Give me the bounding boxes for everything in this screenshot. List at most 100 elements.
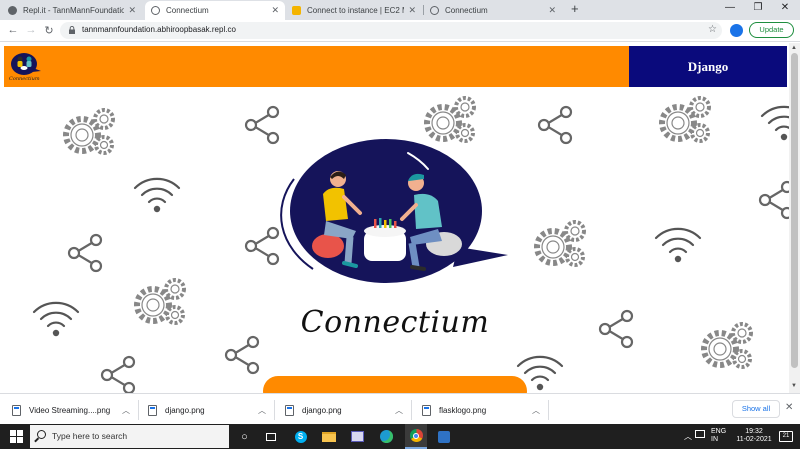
clock[interactable]: 19:32 11-02-2021 <box>736 428 772 443</box>
download-item[interactable]: Video Streaming....png ︿ <box>12 400 136 420</box>
page-viewport: Connectium Django Connectium <box>0 43 789 393</box>
search-icon <box>37 430 46 439</box>
repl-icon <box>8 6 17 15</box>
url-text: tannmannfoundation.abhiroopbasak.repl.co <box>82 25 236 34</box>
share-icon <box>537 105 573 145</box>
close-icon[interactable]: ✕ <box>785 402 793 413</box>
taskbar-search-box[interactable]: Type here to search <box>30 425 229 448</box>
chevron-up-icon[interactable]: ︿ <box>395 405 403 416</box>
tab-ec2[interactable]: Connect to instance | EC2 Manag ✕ <box>286 1 422 20</box>
scroll-up-icon[interactable]: ▲ <box>791 45 797 51</box>
profile-avatar-icon[interactable] <box>730 24 743 37</box>
tab-title: Connectium <box>445 6 488 15</box>
tray-chevron-up-icon[interactable]: ︿ <box>684 431 692 442</box>
download-item[interactable]: flasklogo.png ︿ <box>422 400 546 420</box>
notification-icon[interactable]: 21 <box>779 431 793 442</box>
clock-time: 19:32 <box>745 428 763 435</box>
download-filename: django.png <box>302 405 342 415</box>
scroll-down-icon[interactable]: ▼ <box>791 383 797 389</box>
share-icon <box>758 180 789 220</box>
forward-icon[interactable]: → <box>24 24 38 36</box>
download-shelf: Video Streaming....png ︿ django.png ︿ dj… <box>0 393 800 424</box>
share-icon <box>244 226 280 266</box>
language-indicator[interactable]: ENG IN <box>711 428 726 443</box>
browser-toolbar: ← → ↻ tannmannfoundation.abhiroopbasak.r… <box>0 20 800 42</box>
brand-title: Connectium <box>300 305 490 340</box>
edge-icon[interactable] <box>378 428 395 445</box>
tab-connectium[interactable]: Connectium ✕ <box>424 1 562 20</box>
image-file-icon <box>148 404 157 416</box>
scroll-thumb[interactable] <box>791 53 798 368</box>
close-icon[interactable]: ✕ <box>128 5 136 16</box>
window-close-icon[interactable]: ✕ <box>773 2 797 13</box>
windows-taskbar: Type here to search ○ S ︿ ENG IN 19:32 1… <box>0 424 800 449</box>
windows-start-icon[interactable] <box>10 430 23 443</box>
cta-button[interactable] <box>263 376 527 393</box>
chrome-icon[interactable] <box>405 424 427 449</box>
network-tray-icon[interactable] <box>695 430 705 438</box>
chevron-up-icon[interactable]: ︿ <box>122 405 130 416</box>
cortana-icon[interactable]: ○ <box>236 428 253 445</box>
download-divider <box>411 400 412 420</box>
share-icon <box>100 355 136 393</box>
close-icon[interactable]: ✕ <box>408 5 416 16</box>
lang-region: IN <box>711 436 718 443</box>
gear-icon <box>66 110 113 153</box>
aws-icon <box>292 6 301 15</box>
download-item[interactable]: django.png ︿ <box>148 400 272 420</box>
close-icon[interactable]: ✕ <box>271 5 279 16</box>
speech-bubble <box>290 139 482 283</box>
wifi-icon <box>654 227 702 264</box>
download-item[interactable]: django.png ︿ <box>285 400 409 420</box>
lang-code: ENG <box>711 428 727 435</box>
download-divider <box>138 400 139 420</box>
gear-icon <box>537 222 584 265</box>
page-scrollbar[interactable]: ▲ ▼ <box>789 43 800 393</box>
share-icon <box>224 335 260 375</box>
reload-icon[interactable]: ↻ <box>42 24 56 37</box>
framework-label[interactable]: Django <box>629 46 787 87</box>
chevron-up-icon[interactable]: ︿ <box>532 405 540 416</box>
new-tab-button[interactable]: + <box>571 1 579 16</box>
wifi-icon <box>32 301 80 338</box>
globe-icon <box>151 6 160 15</box>
close-icon[interactable]: ✕ <box>548 5 556 16</box>
tab-replit[interactable]: Repl.it - TannMannFoundation ✕ <box>2 1 142 20</box>
address-bar[interactable]: tannmannfoundation.abhiroopbasak.repl.co… <box>60 22 722 39</box>
image-file-icon <box>285 404 294 416</box>
gear-icon <box>427 98 474 141</box>
download-filename: flasklogo.png <box>439 405 487 415</box>
clock-date: 11-02-2021 <box>736 436 772 443</box>
tab-title: Connectium <box>166 6 209 15</box>
skype-icon[interactable]: S <box>292 428 309 445</box>
gear-icon <box>137 280 184 323</box>
tab-title: Repl.it - TannMannFoundation <box>23 6 125 15</box>
chevron-up-icon[interactable]: ︿ <box>258 405 266 416</box>
task-view-icon[interactable] <box>262 428 279 445</box>
wifi-icon <box>133 177 181 214</box>
show-all-button[interactable]: Show all <box>732 400 780 418</box>
speech-bubble-tail <box>453 247 508 267</box>
browser-tab-strip: Repl.it - TannMannFoundation ✕ Connectiu… <box>0 0 800 20</box>
search-placeholder: Type here to search <box>52 431 128 441</box>
site-logo[interactable]: Connectium <box>7 49 43 85</box>
share-icon <box>244 105 280 145</box>
file-explorer-icon[interactable] <box>320 428 337 445</box>
share-icon <box>598 309 634 349</box>
network-app-icon[interactable] <box>435 428 452 445</box>
download-filename: django.png <box>165 405 205 415</box>
logo-caption: Connectium <box>9 76 40 82</box>
hero-illustration <box>280 139 508 283</box>
gear-icon <box>704 324 751 367</box>
lock-icon <box>69 26 75 34</box>
back-icon[interactable]: ← <box>6 24 20 36</box>
download-divider <box>548 400 549 420</box>
tab-connectium-active[interactable]: Connectium ✕ <box>145 1 285 20</box>
globe-icon <box>430 6 439 15</box>
app-icon[interactable] <box>349 428 366 445</box>
minimize-icon[interactable]: — <box>718 2 742 13</box>
restore-icon[interactable]: ❐ <box>746 2 770 13</box>
bookmark-star-icon[interactable]: ☆ <box>708 24 717 35</box>
download-filename: Video Streaming....png <box>29 405 111 415</box>
update-button[interactable]: Update <box>749 22 794 38</box>
